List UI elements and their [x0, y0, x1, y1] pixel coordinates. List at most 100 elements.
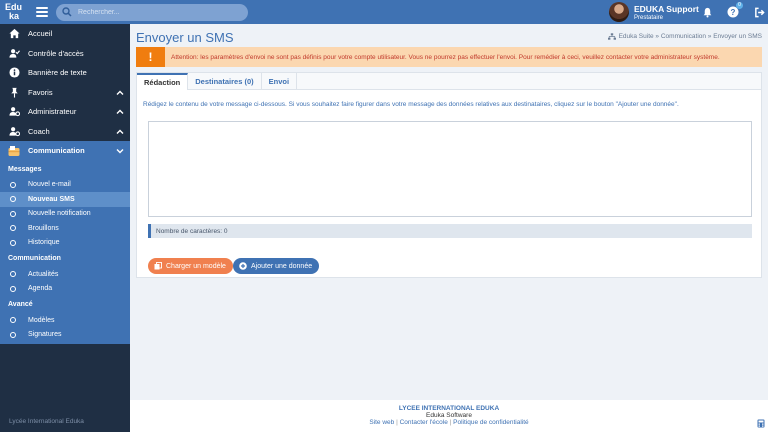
- submenu-item-label: Modèles: [28, 316, 55, 324]
- circle-icon: [10, 181, 16, 188]
- alert-message: Attention: les paramètres d'envoi ne son…: [171, 53, 720, 61]
- submenu-item-signatures[interactable]: Signatures: [0, 328, 130, 344]
- submenu-item-nouvel-email[interactable]: Nouvel e-mail: [0, 178, 130, 193]
- sidebar-item-banniere[interactable]: Bannière de texte: [0, 63, 130, 83]
- submenu-item-label: Agenda: [28, 285, 53, 293]
- search-bar[interactable]: [56, 3, 248, 21]
- footer-organization: LYCEE INTERNATIONAL EDUKA: [398, 405, 500, 412]
- svg-text:?: ?: [731, 8, 736, 17]
- tab-envoi[interactable]: Envoi: [262, 73, 298, 89]
- editor-instructions: Rédigez le contenu de votre message ci-d…: [143, 101, 679, 108]
- chevron-up-icon: [116, 129, 124, 134]
- calculator-icon[interactable]: [757, 419, 765, 428]
- submenu-item-label: Actualités: [28, 270, 59, 278]
- search-icon: [62, 7, 72, 17]
- button-label: Charger un modèle: [166, 262, 226, 270]
- footer-separator: |: [449, 419, 452, 426]
- footer-link-contact[interactable]: Contacter l'école: [400, 419, 448, 426]
- info-icon: [8, 67, 20, 79]
- submenu-item-label: Brouillons: [28, 224, 59, 232]
- submenu-heading-messages: Messages: [8, 165, 42, 173]
- submenu-item-label: Nouvelle notification: [28, 210, 91, 218]
- submenu-item-modeles[interactable]: Modèles: [0, 313, 130, 328]
- tab-redaction[interactable]: Rédaction: [137, 73, 189, 90]
- submenu-item-agenda[interactable]: Agenda: [0, 282, 130, 297]
- sidebar-item-label: Bannière de texte: [28, 68, 87, 78]
- circle-icon: [10, 331, 16, 338]
- mailbox-icon: [8, 145, 20, 157]
- logo-line-2: ka: [9, 11, 20, 21]
- circle-icon: [10, 239, 16, 246]
- sidebar-item-label: Favoris: [28, 87, 53, 97]
- footer-separator: |: [396, 419, 398, 426]
- sidebar-item-accueil[interactable]: Accueil: [0, 24, 130, 44]
- circle-icon: [10, 210, 16, 217]
- eduka-logo[interactable]: Edu ka: [0, 0, 30, 24]
- warning-alert: ! Attention: les paramètres d'envoi ne s…: [136, 47, 762, 67]
- tab-bar: Rédaction Destinataires (0) Envoi: [137, 73, 761, 90]
- chevron-up-icon: [116, 90, 124, 95]
- sidebar-item-controle-acces[interactable]: Contrôle d'accès: [0, 44, 130, 64]
- sidebar-item-label: Coach: [28, 126, 50, 136]
- sidebar-footer: Lycée International Eduka: [9, 418, 84, 425]
- circle-icon: [10, 225, 16, 232]
- search-input[interactable]: [78, 8, 238, 16]
- help-icon[interactable]: ? 0: [726, 2, 743, 19]
- sidebar-item-label: Communication: [28, 146, 85, 156]
- user-name: EDUKA Support: [634, 3, 699, 14]
- chevron-up-icon: [116, 109, 124, 114]
- circle-icon: [10, 317, 16, 324]
- plus-circle-icon: [239, 262, 247, 270]
- bell-icon[interactable]: [700, 5, 714, 19]
- submenu-item-brouillons[interactable]: Brouillons: [0, 221, 130, 236]
- submenu-item-actualites[interactable]: Actualités: [0, 267, 130, 282]
- breadcrumb-text[interactable]: Eduka Suite » Communication » Envoyer un…: [619, 33, 762, 40]
- home-icon: [8, 28, 20, 40]
- sidebar-item-communication[interactable]: Communication: [0, 141, 130, 161]
- sms-editor-card: Rédaction Destinataires (0) Envoi Rédige…: [136, 72, 762, 278]
- sidebar-item-label: Accueil: [28, 29, 53, 39]
- submenu-heading-avance: Avancé: [8, 301, 33, 308]
- sidebar-item-coach[interactable]: Coach: [0, 122, 130, 142]
- sidebar-item-administrateur[interactable]: Administrateur: [0, 102, 130, 122]
- sidebar-item-label: Administrateur: [28, 107, 77, 117]
- menu-toggle-icon[interactable]: [36, 7, 48, 17]
- pin-icon: [8, 86, 20, 98]
- footer-link-site-web[interactable]: Site web: [369, 419, 394, 426]
- logout-icon[interactable]: [752, 5, 766, 19]
- submenu-item-nouveau-sms[interactable]: Nouveau SMS: [0, 192, 130, 207]
- user-gear-icon: [8, 125, 20, 137]
- sidebar: Accueil Contrôle d'accès Bannière de tex…: [0, 24, 130, 432]
- sidebar-item-label: Contrôle d'accès: [28, 48, 84, 58]
- sitemap-icon: [607, 33, 616, 40]
- footer-links: Site web | Contacter l'école | Politique…: [130, 419, 768, 426]
- sidebar-item-favoris[interactable]: Favoris: [0, 83, 130, 103]
- submenu-heading-communication: Communication: [8, 255, 61, 262]
- add-data-button[interactable]: Ajouter une donnée: [233, 258, 320, 274]
- submenu-item-label: Nouvel e-mail: [28, 181, 71, 189]
- circle-icon: [10, 196, 16, 203]
- message-textarea[interactable]: [148, 121, 752, 217]
- submenu-item-nouvelle-notification[interactable]: Nouvelle notification: [0, 207, 130, 222]
- submenu-item-historique[interactable]: Historique: [0, 236, 130, 251]
- top-bar: Edu ka EDUKA Support Prestataire ? 0: [0, 0, 768, 24]
- page-title: Envoyer un SMS: [136, 30, 234, 45]
- breadcrumb[interactable]: Eduka Suite » Communication » Envoyer un…: [607, 33, 762, 40]
- button-label: Ajouter une donnée: [251, 262, 313, 270]
- character-counter: Nombre de caractères: 0: [148, 224, 752, 238]
- circle-icon: [10, 271, 16, 278]
- submenu-item-label: Historique: [28, 239, 60, 247]
- user-role: Prestataire: [634, 14, 664, 21]
- user-gear-icon: [8, 106, 20, 118]
- user-menu[interactable]: EDUKA Support Prestataire: [609, 2, 699, 22]
- copy-icon: [154, 262, 162, 270]
- main-content: Envoyer un SMS Eduka Suite » Communicati…: [130, 24, 768, 400]
- user-check-icon: [8, 47, 20, 59]
- footer-link-privacy[interactable]: Politique de confidentialité: [453, 419, 529, 426]
- circle-icon: [10, 285, 16, 292]
- page-footer: LYCEE INTERNATIONAL EDUKA Eduka Software…: [130, 400, 768, 432]
- tab-destinataires[interactable]: Destinataires (0): [188, 73, 262, 89]
- avatar: [609, 2, 629, 22]
- help-badge: 0: [736, 2, 743, 9]
- load-template-button[interactable]: Charger un modèle: [148, 258, 233, 274]
